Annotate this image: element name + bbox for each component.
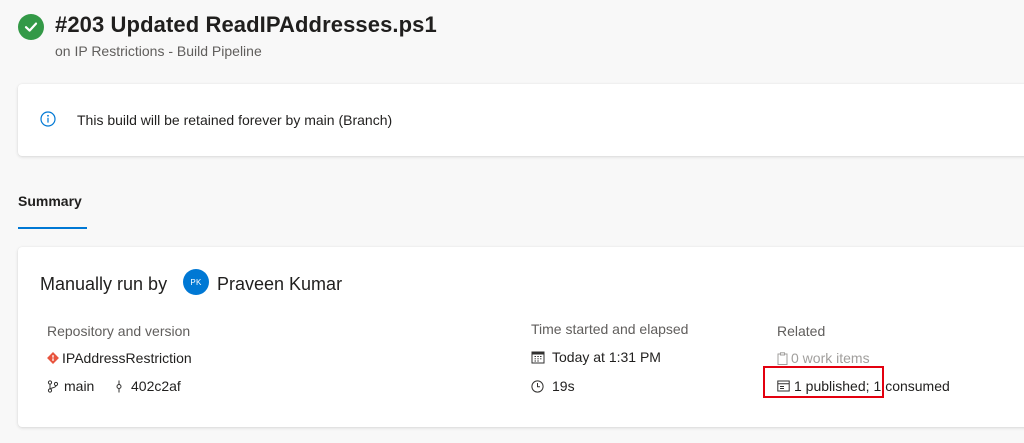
repository-link[interactable]: IPAddressRestriction: [47, 350, 192, 366]
clock-icon: [531, 379, 544, 393]
git-icon: [47, 352, 59, 364]
check-circle-icon: [18, 14, 44, 40]
branch-name: main: [64, 378, 95, 394]
work-items-count: 0 work items: [791, 350, 870, 366]
time-elapsed: 19s: [531, 378, 575, 394]
branch-icon: [47, 379, 59, 393]
retention-banner: This build will be retained forever by m…: [18, 84, 1024, 156]
info-icon: [40, 111, 56, 127]
start-time: Today at 1:31 PM: [552, 349, 661, 365]
clipboard-icon: [777, 351, 788, 365]
commit-icon: [116, 380, 122, 392]
commit-hash: 402c2af: [131, 378, 181, 394]
work-items-link[interactable]: 0 work items: [777, 350, 870, 366]
consumed-count: 1 consumed: [873, 378, 950, 394]
repository-heading: Repository and version: [47, 323, 191, 339]
summary-card: Manually run by PK Praveen Kumar Reposit…: [18, 247, 1024, 427]
time-heading: Time started and elapsed: [531, 321, 689, 337]
related-heading: Related: [777, 323, 826, 339]
branch-link[interactable]: main: [47, 378, 94, 394]
build-header: #203 Updated ReadIPAddresses.ps1 on IP R…: [18, 12, 1008, 62]
calendar-icon: [531, 351, 545, 364]
elapsed-time: 19s: [552, 378, 575, 394]
retention-text: This build will be retained forever by m…: [77, 112, 393, 128]
repository-name: IPAddressRestriction: [62, 350, 192, 366]
tab-summary[interactable]: Summary: [18, 193, 82, 209]
run-by-label: Manually run by: [40, 274, 168, 294]
commit-link[interactable]: 402c2af: [115, 378, 181, 394]
avatar[interactable]: PK: [183, 269, 209, 295]
time-started: Today at 1:31 PM: [531, 349, 661, 365]
page-title: #203 Updated ReadIPAddresses.ps1: [55, 12, 437, 37]
user-name[interactable]: Praveen Kumar: [217, 274, 342, 295]
tab-selected-indicator: [18, 227, 87, 229]
published-highlight-box: [763, 366, 884, 398]
pipeline-subtitle: on IP Restrictions - Build Pipeline: [55, 43, 262, 59]
